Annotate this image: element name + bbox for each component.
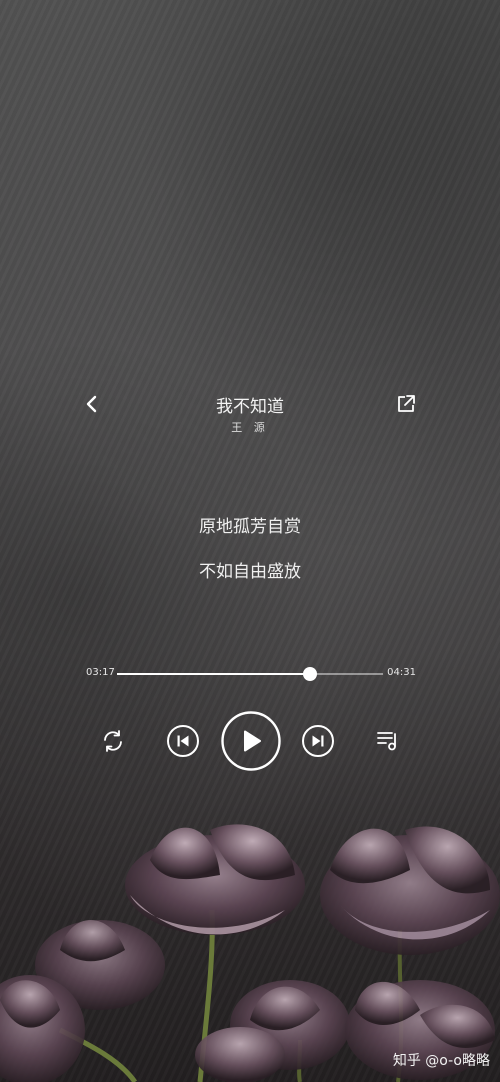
- playlist-icon: [377, 732, 396, 751]
- progress-track[interactable]: [117, 667, 383, 681]
- lyric-line: 不如自由盛放: [199, 562, 301, 582]
- playback-controls: [0, 708, 500, 772]
- progress-thumb[interactable]: [303, 667, 318, 681]
- progress-bar[interactable]: 03:17 04:31: [86, 663, 416, 685]
- play-icon: [221, 711, 281, 771]
- progress-fill: [117, 673, 311, 675]
- lyric-line: 原地孤芳自赏: [199, 517, 301, 537]
- current-time: 03:17: [86, 667, 115, 678]
- watermark: 知乎 @o-o略略: [392, 1053, 490, 1069]
- tulip-flowers-illustration: [0, 824, 500, 1082]
- lyrics-panel[interactable]: 原地孤芳自赏 不如自由盛放: [0, 512, 500, 602]
- previous-button[interactable]: [166, 724, 200, 758]
- playlist-button[interactable]: [374, 726, 402, 754]
- share-external-icon: [398, 395, 415, 412]
- repeat-icon: [104, 730, 122, 752]
- next-button[interactable]: [301, 724, 335, 758]
- repeat-button[interactable]: [98, 726, 128, 756]
- play-button[interactable]: [220, 710, 282, 772]
- song-artist[interactable]: 王 源: [0, 419, 500, 435]
- share-button[interactable]: [392, 390, 420, 418]
- duration-time: 04:31: [387, 667, 416, 678]
- skip-next-icon: [302, 725, 334, 757]
- skip-previous-icon: [167, 725, 199, 757]
- player-header: 我不知道 王 源: [0, 388, 500, 438]
- song-title: 我不知道: [216, 397, 284, 417]
